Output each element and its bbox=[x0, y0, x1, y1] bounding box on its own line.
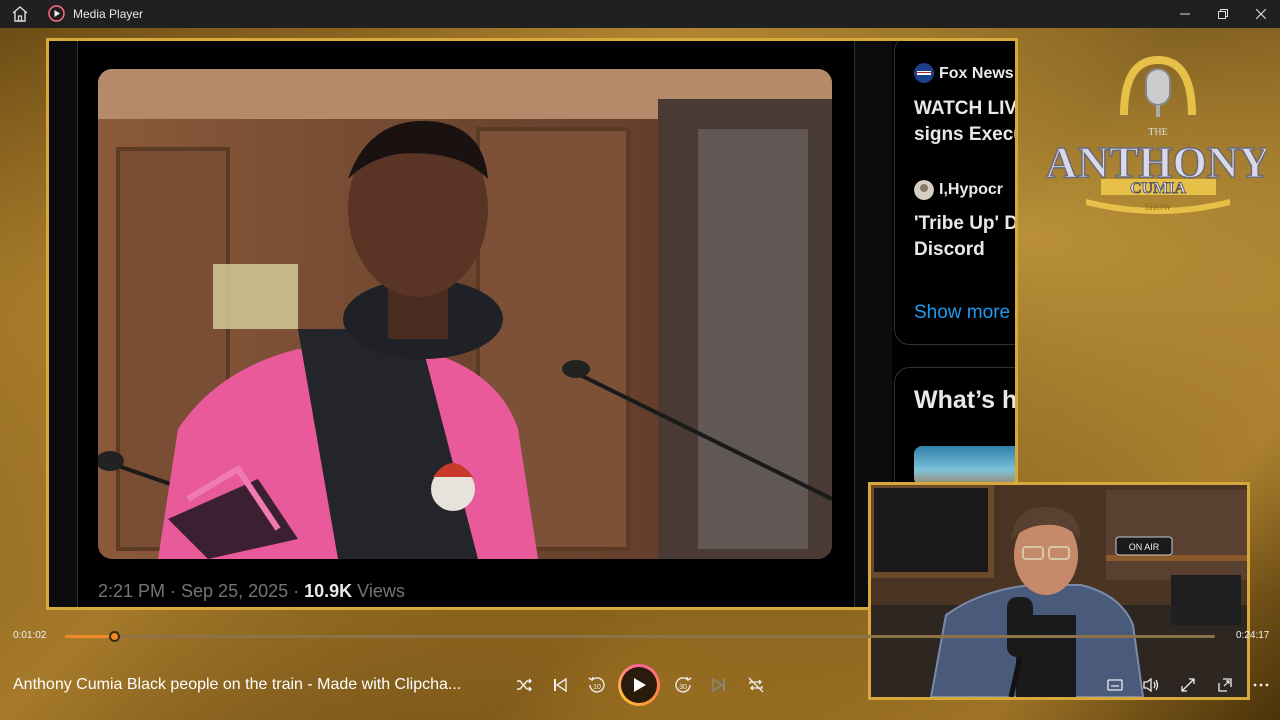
close-button[interactable] bbox=[1242, 0, 1280, 28]
tweet-photo bbox=[98, 69, 832, 559]
shuffle-icon bbox=[517, 678, 532, 692]
play-icon bbox=[634, 678, 646, 692]
mini-player-button[interactable] bbox=[1212, 672, 1238, 698]
volume-button[interactable] bbox=[1138, 672, 1164, 698]
play-button[interactable] bbox=[618, 664, 660, 706]
forward-seconds: 30 bbox=[679, 684, 687, 691]
logo-the: THE bbox=[1148, 127, 1167, 138]
volume-icon bbox=[1143, 677, 1159, 693]
trend-source-2[interactable]: I,Hypocr bbox=[939, 181, 1003, 199]
seek-bar[interactable] bbox=[65, 631, 1215, 642]
repeat-off-icon bbox=[748, 677, 764, 693]
mini-player-icon bbox=[1218, 678, 1232, 692]
close-icon bbox=[1256, 9, 1266, 19]
news-thumbnail[interactable] bbox=[914, 446, 1015, 486]
next-button[interactable] bbox=[706, 672, 732, 698]
webcam-inset: ON AIR bbox=[868, 482, 1250, 700]
media-player-app-icon bbox=[48, 5, 65, 22]
skip-next-icon bbox=[712, 677, 725, 693]
host-webcam-image: ON AIR bbox=[871, 485, 1247, 697]
trend-text-2-line2[interactable]: Discord bbox=[914, 237, 985, 263]
previous-button[interactable] bbox=[547, 672, 573, 698]
tweet-meta: 2:21 PM · Sep 25, 2025 · 10.9K Views bbox=[98, 581, 405, 602]
trend-text-2-line1[interactable]: 'Tribe Up' D bbox=[914, 211, 1015, 237]
title-bar: Media Player bbox=[0, 0, 1280, 28]
show-more-link[interactable]: Show more bbox=[914, 302, 1010, 324]
window-title: Media Player bbox=[73, 7, 144, 21]
minimize-icon bbox=[1180, 13, 1190, 15]
trend-text-1-line2[interactable]: signs Execu bbox=[914, 122, 1015, 148]
trend-source-1[interactable]: Fox News bbox=[939, 65, 1014, 83]
elapsed-time: 0:01:02 bbox=[13, 630, 47, 641]
skip-previous-icon bbox=[554, 677, 567, 693]
rewind-10-button[interactable]: 10 bbox=[584, 672, 610, 698]
fullscreen-button[interactable] bbox=[1175, 672, 1201, 698]
captions-icon bbox=[1107, 679, 1123, 691]
user-avatar-icon bbox=[914, 180, 934, 200]
logo-show: SHOW bbox=[1145, 202, 1172, 212]
on-air-sign: ON AIR bbox=[1129, 542, 1160, 552]
fox-news-avatar-icon bbox=[914, 63, 934, 83]
seek-progress bbox=[65, 635, 115, 638]
tweet-timestamp[interactable]: 2:21 PM · Sep 25, 2025 · bbox=[98, 581, 304, 601]
shuffle-button[interactable] bbox=[511, 672, 537, 698]
rewind-seconds: 10 bbox=[593, 684, 601, 691]
restore-icon bbox=[1218, 9, 1228, 19]
repeat-button[interactable] bbox=[743, 672, 769, 698]
trend-text-1-line1[interactable]: WATCH LIV bbox=[914, 96, 1015, 122]
total-duration: 0:24:17 bbox=[1236, 630, 1270, 641]
more-options-button[interactable] bbox=[1248, 672, 1274, 698]
fullscreen-icon bbox=[1181, 678, 1195, 692]
rewind-10-icon: 10 bbox=[588, 676, 605, 693]
forward-30-button[interactable]: 30 bbox=[670, 672, 696, 698]
forward-30-icon: 30 bbox=[675, 676, 692, 693]
tweet-views-count: 10.9K bbox=[304, 581, 353, 601]
more-options-icon bbox=[1253, 683, 1269, 687]
minimize-button[interactable] bbox=[1166, 0, 1204, 28]
maximize-button[interactable] bbox=[1204, 0, 1242, 28]
tweet-views-label: Views bbox=[352, 581, 405, 601]
media-title: Anthony Cumia Black people on the train … bbox=[13, 676, 462, 693]
anthony-cumia-show-logo: THE ANTHONY CUMIA SHOW bbox=[1046, 55, 1266, 214]
logo-name-line2: CUMIA bbox=[1130, 180, 1186, 197]
captions-button[interactable] bbox=[1102, 672, 1128, 698]
whats-happening-heading: What’s h bbox=[914, 386, 1018, 414]
courtroom-photo bbox=[98, 69, 832, 559]
play-button-inner bbox=[621, 667, 657, 703]
home-icon[interactable] bbox=[11, 5, 29, 23]
